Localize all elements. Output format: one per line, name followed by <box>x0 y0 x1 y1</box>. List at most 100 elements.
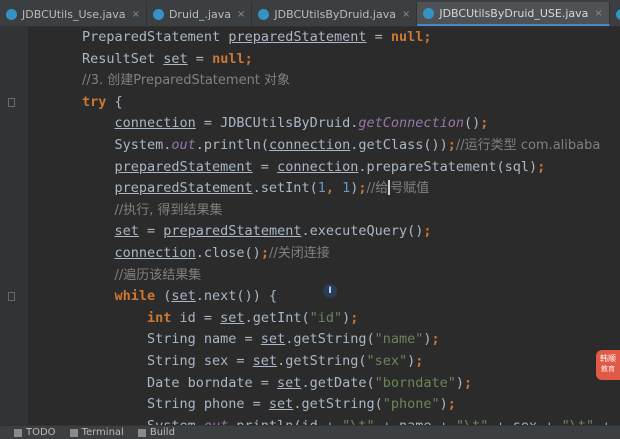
code-line[interactable]: connection.close();//关闭连接 <box>115 243 330 264</box>
code-token: set <box>163 50 188 67</box>
code-line[interactable]: try { <box>82 92 123 113</box>
code-line[interactable]: String name = set.getString("name"); <box>147 329 440 350</box>
fold-marker-icon[interactable] <box>8 97 15 107</box>
code-line[interactable]: //遍历该结果集 <box>115 265 202 286</box>
class-icon <box>6 8 17 20</box>
code-line[interactable]: preparedStatement.setInt(1, 1);//给 号赋值 <box>115 178 429 199</box>
code-token: out <box>171 137 196 153</box>
code-token: ; <box>358 180 367 197</box>
close-icon[interactable]: × <box>132 9 140 20</box>
tool-window-label: Build <box>149 427 175 438</box>
watermark-badge: 韩顺 教育 <box>596 350 620 380</box>
code-token: + name + <box>375 418 456 425</box>
tool-window-button[interactable]: Build <box>137 427 175 438</box>
code-token: ; <box>260 245 269 261</box>
code-token: () <box>464 115 481 132</box>
code-token: ; <box>431 331 440 348</box>
code-token: ; <box>537 158 546 175</box>
code-token: ; <box>464 374 473 391</box>
code-token: + sex + <box>488 418 561 425</box>
code-token: int <box>147 309 172 326</box>
code-token: .next()) { <box>195 288 278 305</box>
code-token: Date borndate = <box>147 374 278 391</box>
code-token: connection <box>114 245 196 261</box>
code-token: set <box>260 331 286 348</box>
code-line[interactable]: System.out.println(id + "\t" + name + "\… <box>147 416 618 425</box>
code-token: PreparedStatement <box>82 29 229 45</box>
code-token: preparedStatement <box>163 223 302 240</box>
code-token: .getString( <box>277 353 367 369</box>
editor-tab[interactable]: JDBCUtils_Use.java × <box>0 2 147 26</box>
class-icon <box>423 7 435 19</box>
code-line[interactable]: int id = set.getInt("id"); <box>147 308 358 329</box>
tool-window-label: TODO <box>26 427 56 438</box>
code-token: connection <box>277 158 359 175</box>
code-token: .getString( <box>293 396 383 413</box>
tool-window-label: Terminal <box>81 427 124 438</box>
code-token: set <box>268 396 294 413</box>
code-token: ; <box>447 396 456 413</box>
code-editor[interactable]: PreparedStatement preparedStatement = nu… <box>28 27 620 425</box>
line-gutter <box>0 27 28 425</box>
code-token: ( <box>155 288 172 305</box>
code-token: preparedStatement <box>114 158 253 175</box>
code-line[interactable]: connection = JDBCUtilsByDruid.getConnect… <box>115 113 489 134</box>
editor-tab[interactable]: Druid_.java × <box>147 2 253 26</box>
class-icon <box>615 8 620 20</box>
code-line[interactable]: //执行, 得到结果集 <box>115 200 223 221</box>
code-token: String name = <box>147 331 261 348</box>
code-token: ) <box>439 396 448 413</box>
class-icon <box>258 8 270 20</box>
fold-marker-icon[interactable] <box>8 292 15 302</box>
close-icon[interactable]: × <box>237 9 245 20</box>
code-token: try <box>82 93 107 110</box>
code-token: getConnection <box>358 115 465 132</box>
code-line[interactable]: set = preparedStatement.executeQuery(); <box>115 221 432 242</box>
editor-tab[interactable]: JDBCUtilsByDruid.java × <box>252 2 418 26</box>
close-icon[interactable]: × <box>594 8 602 19</box>
code-line[interactable]: preparedStatement = connection.prepareSt… <box>115 157 546 178</box>
code-token: ; <box>423 223 432 240</box>
code-line[interactable]: String sex = set.getString("sex"); <box>147 351 423 372</box>
watermark-line-2: 教育 <box>601 365 615 373</box>
code-token: set <box>277 374 302 391</box>
tool-window-button[interactable]: TODO <box>14 427 56 438</box>
code-token: ; <box>423 29 432 45</box>
code-token: connection <box>268 137 351 153</box>
editor-tab[interactable]: Actor.java× <box>610 2 620 26</box>
code-token: out <box>204 418 228 425</box>
code-token: while <box>114 288 156 305</box>
code-line[interactable]: Date borndate = set.getDate("borndate"); <box>147 373 472 394</box>
code-token: ; <box>447 137 456 153</box>
code-token: set <box>114 223 139 240</box>
code-token: //执行, 得到结果集 <box>114 202 223 218</box>
code-line[interactable]: PreparedStatement preparedStatement = nu… <box>82 27 432 48</box>
code-token: .println(id + <box>228 418 342 425</box>
tool-window-button[interactable]: Terminal <box>69 427 124 438</box>
code-token: ; <box>415 353 424 369</box>
code-token: "name" <box>374 331 424 348</box>
code-line[interactable]: while (set.next()) { <box>115 286 278 307</box>
code-line[interactable]: System.out.println(connection.getClass()… <box>115 135 601 156</box>
code-token: = JDBCUtilsByDruid. <box>195 115 359 132</box>
close-icon[interactable]: × <box>402 9 410 20</box>
code-token: .getDate( <box>301 374 375 391</box>
code-token: .getClass()) <box>350 137 448 153</box>
terminal-icon <box>69 428 78 437</box>
tab-label: JDBCUtilsByDruid.java <box>274 7 396 21</box>
code-token: = <box>252 158 278 175</box>
code-line[interactable]: String phone = set.getString("phone"); <box>147 394 456 415</box>
build-icon <box>137 428 146 437</box>
code-token: + <box>594 418 618 425</box>
code-token: preparedStatement <box>228 29 367 45</box>
code-line[interactable]: //3. 创建PreparedStatement 对象 <box>82 70 290 91</box>
mouse-cursor-indicator: I <box>323 284 337 298</box>
code-token: "borndate" <box>374 374 456 391</box>
code-token: ; <box>480 115 489 132</box>
editor-tab[interactable]: JDBCUtilsByDruid_USE.java × <box>417 2 610 26</box>
code-token: set <box>252 353 278 369</box>
code-token: connection <box>114 115 196 132</box>
code-line[interactable]: ResultSet set = null; <box>82 49 253 70</box>
code-token: .setInt( <box>252 180 318 197</box>
code-token: "phone" <box>382 396 440 413</box>
